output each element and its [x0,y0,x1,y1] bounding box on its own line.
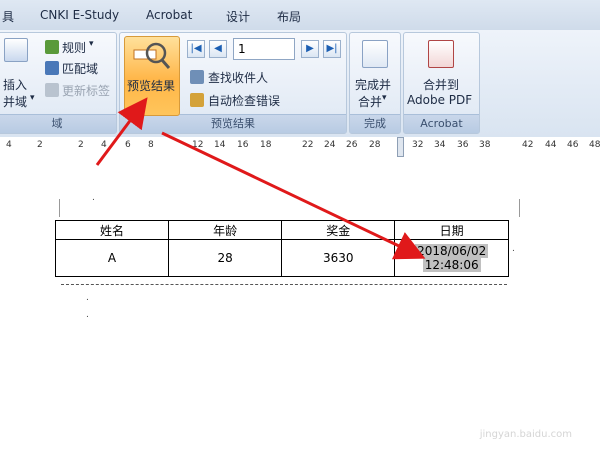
update-labels-icon [45,83,59,97]
tab-acrobat[interactable]: Acrobat [146,8,192,22]
cell-bonus: 3630 [281,239,396,277]
horizontal-ruler[interactable]: 4 2 2 4 6 8 12 14 16 18 22 24 26 28 32 3… [0,137,600,158]
ruler-tick: 4 [6,140,12,150]
next-record-button[interactable]: ▶ [301,40,319,58]
paragraph-mark: . [86,293,89,303]
preview-results-group-label: 预览结果 [120,114,346,133]
match-fields-button[interactable]: 匹配域 [62,60,98,77]
ruler-tick: 12 [192,140,204,150]
preview-results-label: 预览结果 [127,79,176,93]
ruler-tick: 44 [545,140,557,150]
ruler-tick: 32 [412,140,424,150]
ruler-tick: 24 [324,140,336,150]
date-value-line-1: 2018/06/02 [415,244,489,258]
indent-marker[interactable] [397,137,404,157]
preview-results-button[interactable]: 预览结果 [124,36,180,116]
tab-tools[interactable]: 具 [2,8,14,25]
rules-icon [45,40,59,54]
magnifier-icon [133,42,171,69]
merge-data-table: 姓名 年龄 奖金 日期 A 28 3630 2018/06/02 12:48:0… [54,220,509,277]
first-record-button[interactable]: |◀ [187,40,205,58]
update-labels-button[interactable]: 更新标签 [62,82,110,99]
merge-to-pdf-label-1[interactable]: 合并到 [423,76,459,93]
ribbon-tab-bar: 具 CNKI E-Study Acrobat 设计 布局 [0,0,600,31]
record-number-input[interactable]: 1 [233,38,295,60]
tab-layout[interactable]: 布局 [277,8,301,25]
fields-group-label: 域 [0,114,116,133]
chevron-down-icon[interactable]: ▾ [89,39,94,49]
insert-field-label-1[interactable]: 插入 [3,76,27,93]
ruler-tick: 46 [567,140,579,150]
ruler-tick: 42 [522,140,534,150]
margin-marker [59,199,60,217]
auto-check-errors-button[interactable]: 自动检查错误 [208,92,280,109]
pdf-icon [428,40,454,68]
header-name: 姓名 [54,220,170,240]
chevron-down-icon[interactable]: ▾ [382,93,387,103]
finish-group-label: 完成 [350,114,400,133]
ruler-tick: 8 [148,140,154,150]
paragraph-mark: . [86,310,89,320]
cell-name: A [54,239,170,277]
insert-field-icon [4,38,28,62]
tab-design[interactable]: 设计 [226,8,250,25]
auto-check-errors-icon [190,93,204,107]
chevron-down-icon[interactable]: ▾ [30,93,35,103]
finish-merge-label-2[interactable]: 合并 [358,93,382,110]
ruler-tick: 2 [78,140,84,150]
ruler-tick: 38 [479,140,491,150]
ruler-tick: 6 [125,140,131,150]
ruler-tick: 4 [101,140,107,150]
table-row: A 28 3630 2018/06/02 12:48:06 [54,239,509,277]
rules-button[interactable]: 规则 [62,39,86,56]
finish-merge-icon [362,40,388,68]
ruler-tick: 2 [37,140,43,150]
tab-cnki[interactable]: CNKI E-Study [40,8,119,22]
header-age: 年龄 [168,220,283,240]
watermark-text: jingyan.baidu.com [479,429,572,440]
merge-to-pdf-label-2[interactable]: Adobe PDF [407,93,472,107]
ruler-tick: 18 [260,140,272,150]
ruler-tick: 36 [457,140,469,150]
row-end-mark: . [512,244,515,254]
paragraph-mark: . [92,193,95,203]
document-page[interactable]: . 姓名 年龄 奖金 日期 A 28 3630 2018/06/02 12:48… [0,157,600,450]
page-break-line [61,284,507,285]
ruler-tick: 34 [434,140,446,150]
finish-merge-label-1[interactable]: 完成并 [355,76,391,93]
previous-record-button[interactable]: ◀ [209,40,227,58]
match-fields-icon [45,61,59,75]
ruler-tick: 48 [589,140,600,150]
table-header-row: 姓名 年龄 奖金 日期 [54,220,509,240]
ruler-tick: 28 [369,140,381,150]
find-recipient-icon [190,70,204,84]
cell-date: 2018/06/02 12:48:06 [394,239,509,277]
header-bonus: 奖金 [281,220,396,240]
insert-field-label-2[interactable]: 并域 [3,93,27,110]
date-value-line-2: 12:48:06 [422,258,481,272]
cell-age: 28 [168,239,283,277]
last-record-button[interactable]: ▶| [323,40,341,58]
header-date: 日期 [394,220,509,240]
find-recipient-button[interactable]: 查找收件人 [208,69,268,86]
ruler-tick: 22 [302,140,314,150]
ruler-tick: 16 [237,140,249,150]
ruler-tick: 26 [346,140,358,150]
margin-marker [519,199,520,217]
ruler-tick: 14 [214,140,226,150]
acrobat-group-label: Acrobat [404,114,479,133]
